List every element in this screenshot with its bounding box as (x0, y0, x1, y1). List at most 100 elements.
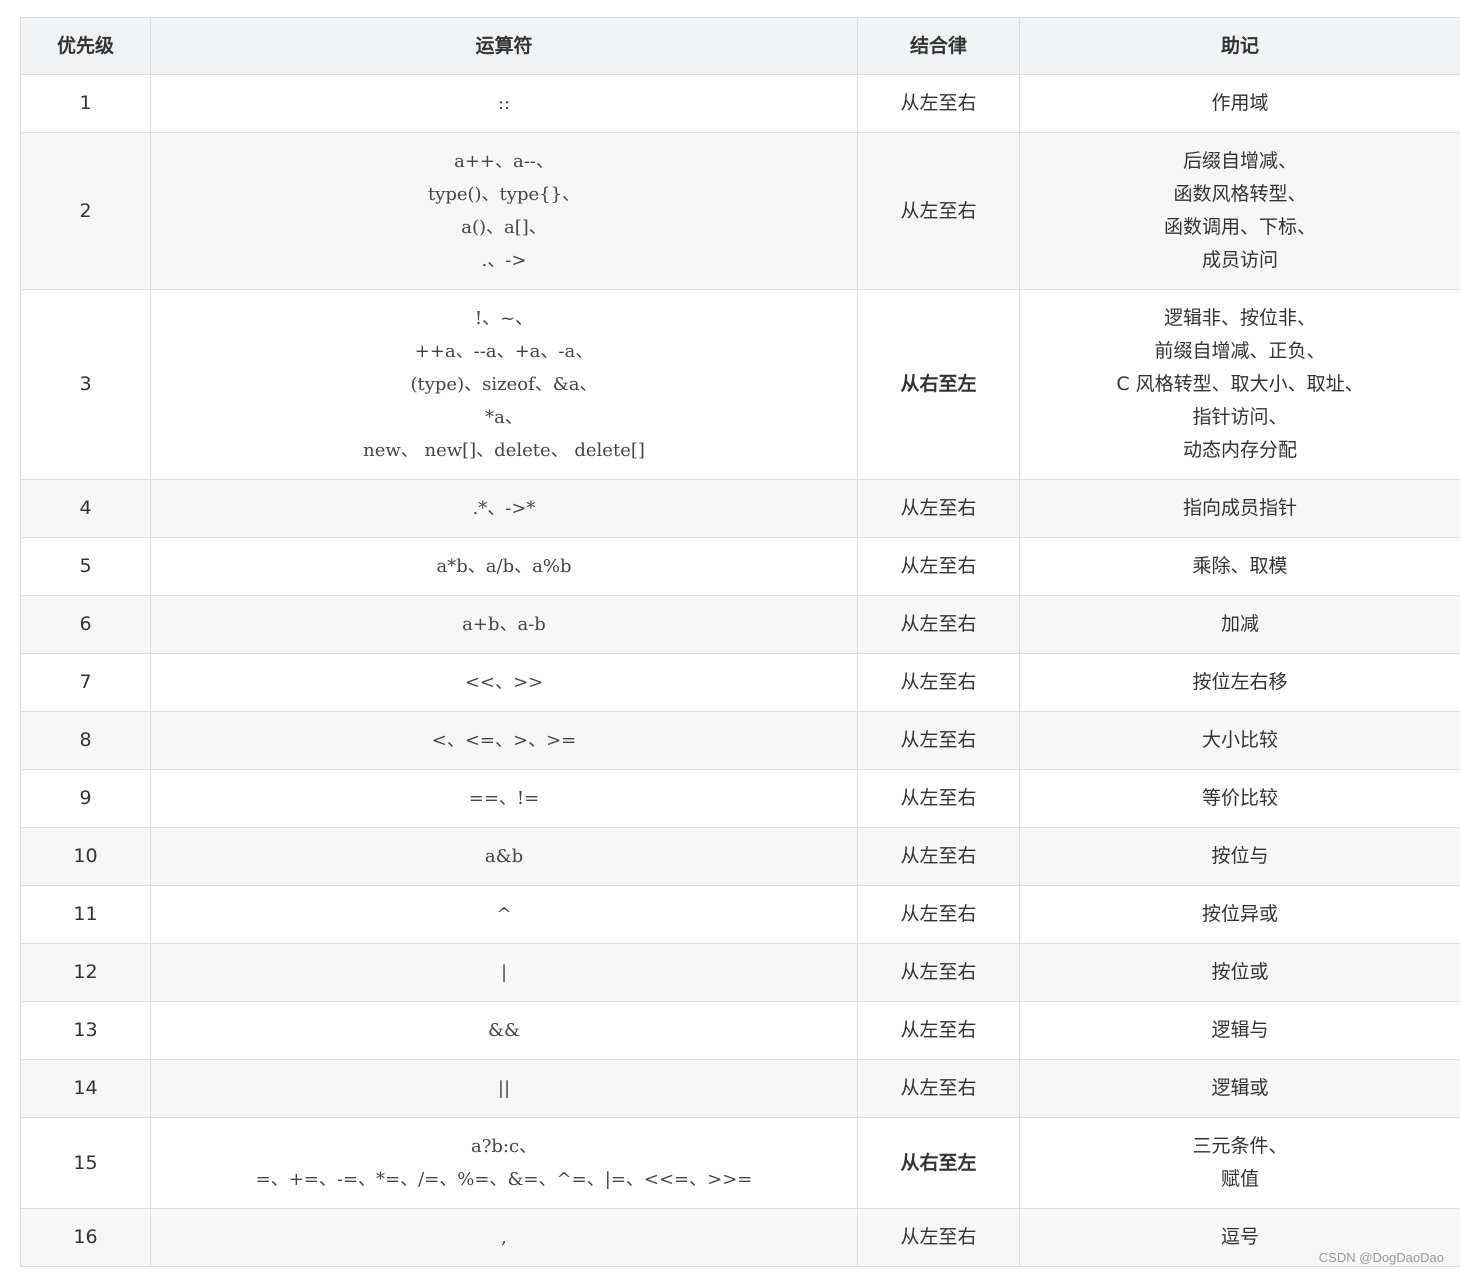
associativity-cell: 从左至右 (857, 74, 1020, 133)
mnemonic-line: 等价比较 (1201, 787, 1278, 809)
mnemonic-line: 作用域 (1211, 92, 1269, 114)
operator-cell: ^ (150, 885, 858, 944)
operator-line: a&b (484, 846, 524, 867)
watermark: CSDN @DogDaoDao (1318, 1250, 1444, 1265)
priority-cell: 4 (20, 479, 151, 538)
operator-line: type()、type{}、 (427, 184, 581, 205)
priority-cell: 9 (20, 769, 151, 828)
table-row: 6 a+b、a-b 从左至右 加减 (20, 595, 1460, 654)
associativity-cell: 从左至右 (857, 1001, 1020, 1060)
operator-line: (type)、sizeof、&a、 (410, 374, 598, 395)
mnemonic-cell: 后缀自增减、 函数风格转型、 函数调用、下标、 成员访问 (1019, 132, 1460, 290)
operator-line: | (500, 962, 508, 983)
priority-cell: 15 (20, 1117, 151, 1209)
mnemonic-line: 逻辑或 (1211, 1077, 1269, 1099)
mnemonic-cell: 指向成员指针 (1019, 479, 1460, 538)
table-row: 4 .*、->* 从左至右 指向成员指针 (20, 479, 1460, 538)
priority-cell: 11 (20, 885, 151, 944)
mnemonic-cell: 逻辑与 (1019, 1001, 1460, 1060)
table-row: 2 a++、a--、 type()、type{}、 a()、a[]、 .、-> 从左至右后… (20, 132, 1460, 290)
priority-cell: 12 (20, 943, 151, 1002)
mnemonic-line: 按位左右移 (1192, 671, 1288, 693)
mnemonic-cell: 逻辑或 (1019, 1059, 1460, 1118)
mnemonic-cell: 三元条件、 赋值 (1019, 1117, 1460, 1209)
associativity-cell: 从左至右 (857, 943, 1020, 1002)
table-row: 16, 从左至右 逗号 (20, 1208, 1460, 1267)
operator-cell: a++、a--、 type()、type{}、 a()、a[]、 .、-> (150, 132, 858, 290)
operator-line: ++a、--a、+a、-a、 (414, 341, 594, 362)
table-body: 1:: 从左至右 作用域 2 a++、a--、 type()、type{}、 a()、a[]… (20, 74, 1460, 1267)
operator-cell: <<、>> (150, 653, 858, 712)
operator-line: a()、a[]、 (461, 217, 547, 238)
priority-cell: 16 (20, 1208, 151, 1267)
priority-cell: 7 (20, 653, 151, 712)
header-associativity: 结合律 (857, 17, 1020, 75)
associativity-cell: 从左至右 (857, 827, 1020, 886)
header-priority: 优先级 (20, 17, 151, 75)
operator-line: , (501, 1227, 507, 1248)
header-operator: 运算符 (150, 17, 858, 75)
priority-cell: 6 (20, 595, 151, 654)
operator-cell: a*b、a/b、a%b (150, 537, 858, 596)
operator-line: a+b、a-b (462, 614, 546, 635)
associativity-cell: 从左至右 (857, 1059, 1020, 1118)
mnemonic-line: 成员访问 (1201, 249, 1278, 271)
priority-cell: 10 (20, 827, 151, 886)
mnemonic-line: 函数调用、下标、 (1163, 216, 1316, 238)
mnemonic-line: 后缀自增减、 (1182, 150, 1297, 172)
operator-cell: .*、->* (150, 479, 858, 538)
mnemonic-cell: 加减 (1019, 595, 1460, 654)
table-header-row: 优先级 运算符 结合律 助记 (20, 17, 1460, 75)
operator-cell: !、~、 ++a、--a、+a、-a、 (type)、sizeof、&a、 *a、 ne… (150, 289, 858, 480)
operator-line: || (497, 1078, 511, 1099)
table-row: 7 <<、>> 从左至右 按位左右移 (20, 653, 1460, 712)
mnemonic-cell: 按位左右移 (1019, 653, 1460, 712)
associativity-cell: 从左至右 (857, 595, 1020, 654)
associativity-cell: 从左至右 (857, 479, 1020, 538)
operator-cell: | (150, 943, 858, 1002)
operator-cell: a&b (150, 827, 858, 886)
table-row: 10 a&b 从左至右 按位与 (20, 827, 1460, 886)
associativity-cell: 从左至右 (857, 711, 1020, 770)
mnemonic-line: 函数风格转型、 (1173, 183, 1307, 205)
table-row: 8 <、<=、>、>= 从左至右 大小比较 (20, 711, 1460, 770)
mnemonic-line: 指向成员指针 (1182, 497, 1297, 519)
mnemonic-line: 大小比较 (1201, 729, 1278, 751)
operator-precedence-table: 优先级 运算符 结合律 助记 1:: 从左至右 作用域 2 a++、a--、 type()… (20, 17, 1460, 1267)
mnemonic-line: 加减 (1220, 613, 1259, 635)
mnemonic-line: 动态内存分配 (1182, 439, 1297, 461)
table-row: 12 | 从左至右 按位或 (20, 943, 1460, 1002)
operator-line: .*、->* (472, 498, 536, 519)
table-row: 1:: 从左至右 作用域 (20, 74, 1460, 133)
mnemonic-line: 赋值 (1220, 1168, 1259, 1190)
table-row: 3 !、~、 ++a、--a、+a、-a、 (type)、sizeof、&a、 *a、 n… (20, 289, 1460, 480)
priority-cell: 5 (20, 537, 151, 596)
operator-line: a*b、a/b、a%b (436, 556, 572, 577)
operator-line: ^ (496, 904, 512, 925)
mnemonic-line: 乘除、取模 (1192, 555, 1288, 577)
table-row: 9 ==、!= 从左至右 等价比较 (20, 769, 1460, 828)
priority-cell: 8 (20, 711, 151, 770)
associativity-cell: 从左至右 (857, 769, 1020, 828)
operator-cell: a?b:c、 =、+=、-=、*=、/=、%=、&=、^=、|=、<<=、>>= (150, 1117, 858, 1209)
table-row: 11 ^ 从左至右 按位异或 (20, 885, 1460, 944)
mnemonic-cell: 按位或 (1019, 943, 1460, 1002)
mnemonic-cell: 按位异或 (1019, 885, 1460, 944)
operator-cell: a+b、a-b (150, 595, 858, 654)
associativity-cell: 从右至左 (857, 289, 1020, 480)
mnemonic-cell: 乘除、取模 (1019, 537, 1460, 596)
operator-line: :: (497, 93, 511, 114)
mnemonic-line: 三元条件、 (1192, 1135, 1288, 1157)
associativity-cell: 从左至右 (857, 132, 1020, 290)
operator-line: && (487, 1020, 521, 1041)
operator-cell: <、<=、>、>= (150, 711, 858, 770)
table-row: 15 a?b:c、 =、+=、-=、*=、/=、%=、&=、^=、|=、<<=、>>… (20, 1117, 1460, 1209)
associativity-cell: 从左至右 (857, 653, 1020, 712)
priority-cell: 14 (20, 1059, 151, 1118)
priority-cell: 1 (20, 74, 151, 133)
operator-cell: && (150, 1001, 858, 1060)
priority-cell: 2 (20, 132, 151, 290)
table-row: 13 && 从左至右 逻辑与 (20, 1001, 1460, 1060)
operator-line: =、+=、-=、*=、/=、%=、&=、^=、|=、<<=、>>= (255, 1169, 753, 1190)
operator-line: <<、>> (464, 672, 544, 693)
